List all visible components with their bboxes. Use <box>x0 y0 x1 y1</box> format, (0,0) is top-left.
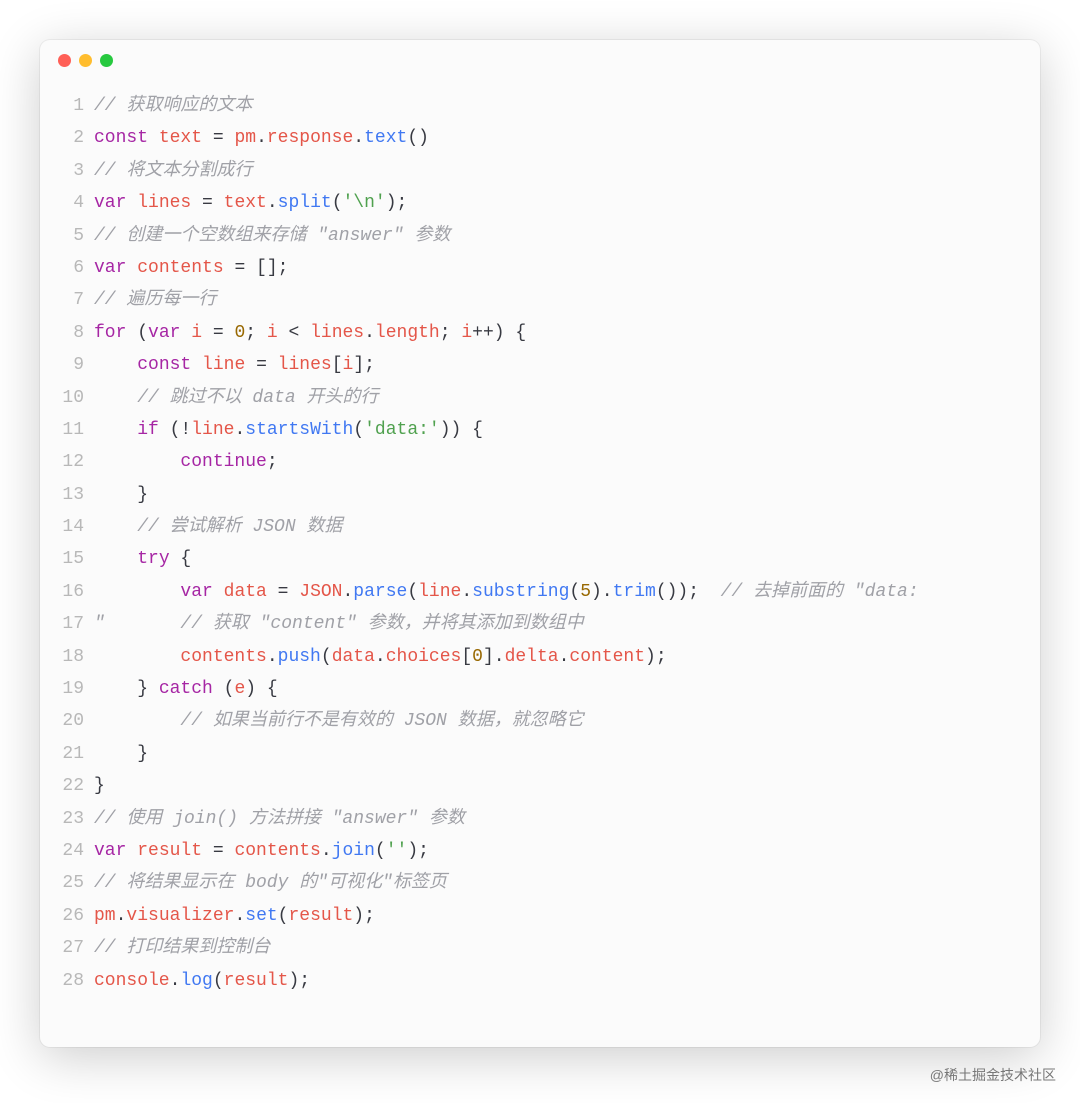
code-line: 2const text = pm.response.text() <box>60 122 1020 154</box>
line-code: } <box>94 738 1020 770</box>
code-line: 6var contents = []; <box>60 252 1020 284</box>
code-window: 1// 获取响应的文本2const text = pm.response.tex… <box>40 40 1040 1047</box>
line-code: continue; <box>94 446 1020 478</box>
line-code: // 跳过不以 data 开头的行 <box>94 382 1020 414</box>
code-line: 27// 打印结果到控制台 <box>60 932 1020 964</box>
code-line: 28console.log(result); <box>60 965 1020 997</box>
line-code: var result = contents.join(''); <box>94 835 1020 867</box>
line-number: 9 <box>60 349 94 381</box>
code-line: 11 if (!line.startsWith('data:')) { <box>60 414 1020 446</box>
code-line: 4var lines = text.split('\n'); <box>60 187 1020 219</box>
line-code: const line = lines[i]; <box>94 349 1020 381</box>
minimize-icon[interactable] <box>79 54 92 67</box>
line-code: // 如果当前行不是有效的 JSON 数据，就忽略它 <box>94 705 1020 737</box>
code-line: 23// 使用 join() 方法拼接 "answer" 参数 <box>60 803 1020 835</box>
line-number: 27 <box>60 932 94 964</box>
line-code: pm.visualizer.set(result); <box>94 900 1020 932</box>
line-code: } <box>94 479 1020 511</box>
code-line: 22} <box>60 770 1020 802</box>
line-number: 28 <box>60 965 94 997</box>
line-code: // 使用 join() 方法拼接 "answer" 参数 <box>94 803 1020 835</box>
line-code: var contents = []; <box>94 252 1020 284</box>
line-number: 11 <box>60 414 94 446</box>
code-line: 14 // 尝试解析 JSON 数据 <box>60 511 1020 543</box>
code-line: 16 var data = JSON.parse(line.substring(… <box>60 576 1020 608</box>
code-line: 3// 将文本分割成行 <box>60 155 1020 187</box>
line-number: 1 <box>60 90 94 122</box>
line-code: // 获取响应的文本 <box>94 90 1020 122</box>
code-line: 12 continue; <box>60 446 1020 478</box>
line-number: 4 <box>60 187 94 219</box>
line-code: if (!line.startsWith('data:')) { <box>94 414 1020 446</box>
line-number: 3 <box>60 155 94 187</box>
line-number: 16 <box>60 576 94 608</box>
line-code: // 将结果显示在 body 的"可视化"标签页 <box>94 867 1020 899</box>
code-line: 10 // 跳过不以 data 开头的行 <box>60 382 1020 414</box>
line-code: var lines = text.split('\n'); <box>94 187 1020 219</box>
line-code: const text = pm.response.text() <box>94 122 1020 154</box>
line-number: 18 <box>60 641 94 673</box>
line-code: // 遍历每一行 <box>94 284 1020 316</box>
line-number: 6 <box>60 252 94 284</box>
line-number: 15 <box>60 543 94 575</box>
line-number: 22 <box>60 770 94 802</box>
line-number: 14 <box>60 511 94 543</box>
line-number: 26 <box>60 900 94 932</box>
watermark: @稀土掘金技术社区 <box>930 1065 1056 1085</box>
line-number: 17 <box>60 608 94 640</box>
line-number: 21 <box>60 738 94 770</box>
code-line: 1// 获取响应的文本 <box>60 90 1020 122</box>
code-line: 5// 创建一个空数组来存储 "answer" 参数 <box>60 220 1020 252</box>
code-line: 7// 遍历每一行 <box>60 284 1020 316</box>
line-code: for (var i = 0; i < lines.length; i++) { <box>94 317 1020 349</box>
line-code: " // 获取 "content" 参数，并将其添加到数组中 <box>94 608 1020 640</box>
line-code: // 将文本分割成行 <box>94 155 1020 187</box>
line-number: 5 <box>60 220 94 252</box>
titlebar <box>40 40 1040 80</box>
line-code: contents.push(data.choices[0].delta.cont… <box>94 641 1020 673</box>
code-line: 20 // 如果当前行不是有效的 JSON 数据，就忽略它 <box>60 705 1020 737</box>
line-number: 25 <box>60 867 94 899</box>
line-number: 12 <box>60 446 94 478</box>
line-code: var data = JSON.parse(line.substring(5).… <box>94 576 1020 608</box>
code-line: 9 const line = lines[i]; <box>60 349 1020 381</box>
code-area: 1// 获取响应的文本2const text = pm.response.tex… <box>40 80 1040 1047</box>
line-number: 19 <box>60 673 94 705</box>
code-line: 8for (var i = 0; i < lines.length; i++) … <box>60 317 1020 349</box>
line-number: 7 <box>60 284 94 316</box>
line-code: console.log(result); <box>94 965 1020 997</box>
code-line: 19 } catch (e) { <box>60 673 1020 705</box>
code-line: 21 } <box>60 738 1020 770</box>
line-number: 24 <box>60 835 94 867</box>
code-line: 17" // 获取 "content" 参数，并将其添加到数组中 <box>60 608 1020 640</box>
maximize-icon[interactable] <box>100 54 113 67</box>
line-code: // 尝试解析 JSON 数据 <box>94 511 1020 543</box>
line-code: try { <box>94 543 1020 575</box>
code-line: 25// 将结果显示在 body 的"可视化"标签页 <box>60 867 1020 899</box>
line-number: 23 <box>60 803 94 835</box>
line-number: 2 <box>60 122 94 154</box>
line-code: // 打印结果到控制台 <box>94 932 1020 964</box>
line-number: 20 <box>60 705 94 737</box>
line-number: 13 <box>60 479 94 511</box>
line-code: } <box>94 770 1020 802</box>
code-line: 26pm.visualizer.set(result); <box>60 900 1020 932</box>
code-line: 24var result = contents.join(''); <box>60 835 1020 867</box>
code-line: 18 contents.push(data.choices[0].delta.c… <box>60 641 1020 673</box>
line-code: // 创建一个空数组来存储 "answer" 参数 <box>94 220 1020 252</box>
code-line: 13 } <box>60 479 1020 511</box>
line-code: } catch (e) { <box>94 673 1020 705</box>
line-number: 8 <box>60 317 94 349</box>
close-icon[interactable] <box>58 54 71 67</box>
line-number: 10 <box>60 382 94 414</box>
code-line: 15 try { <box>60 543 1020 575</box>
